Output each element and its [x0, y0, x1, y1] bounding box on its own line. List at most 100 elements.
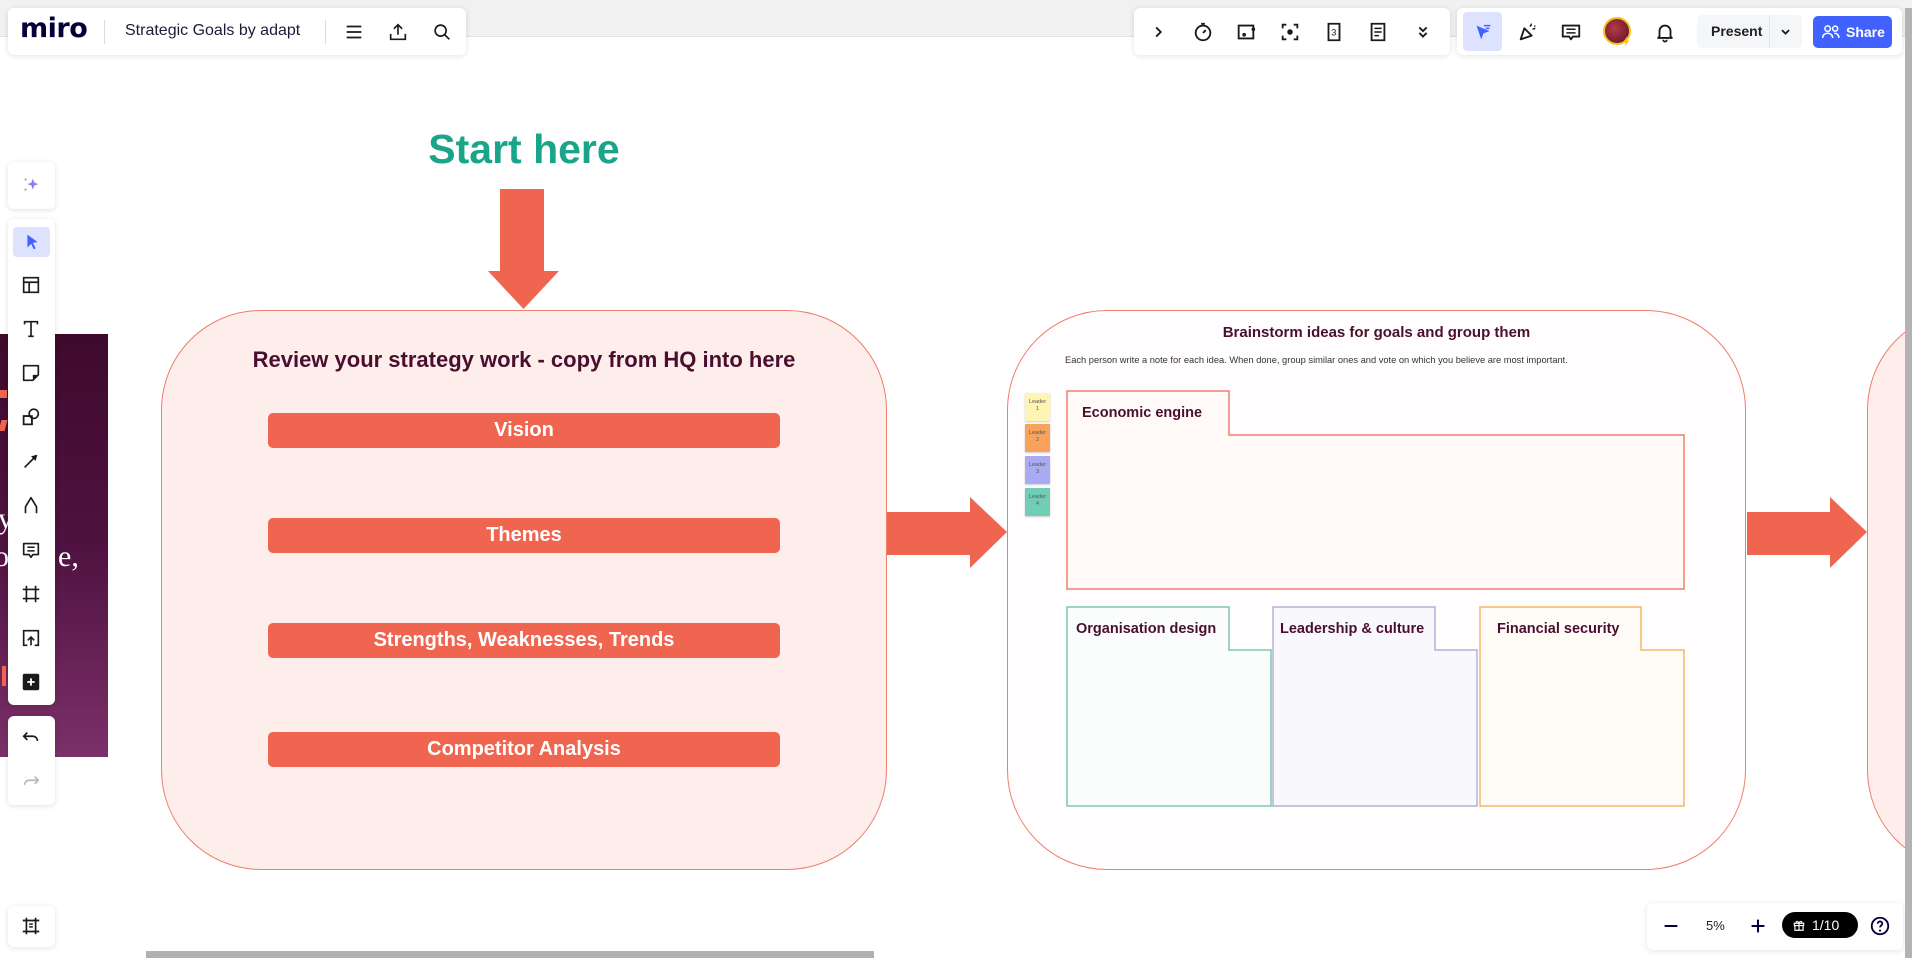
- gift-counter: 1/10: [1812, 917, 1840, 933]
- tool-connection-line[interactable]: [14, 444, 48, 478]
- leader-sticky-note[interactable]: Leader 1: [1025, 393, 1050, 421]
- minus-icon: [1664, 924, 1678, 928]
- leadership-culture-label: Leadership & culture: [1280, 621, 1425, 637]
- board-header-toolbar: miro Strategic Goals by adapt: [8, 8, 466, 55]
- zoom-controls: 5% 1/10: [1647, 903, 1903, 950]
- undo-button[interactable]: [14, 722, 48, 756]
- tool-frame[interactable]: [14, 577, 48, 611]
- divider: [325, 20, 326, 44]
- cursor-arrow-icon: [26, 234, 37, 250]
- present-button[interactable]: Present: [1711, 23, 1762, 39]
- menu-icon: [346, 25, 362, 39]
- down-arrow[interactable]: [488, 189, 559, 309]
- leader-sticky-note[interactable]: Leader 4: [1025, 488, 1050, 516]
- card-button[interactable]: [1229, 15, 1263, 49]
- focus-button[interactable]: [1273, 15, 1307, 49]
- sticky-label: Leader: [1028, 430, 1047, 436]
- double-chevron-down-icon: [1418, 26, 1428, 38]
- tool-comment[interactable]: [14, 533, 48, 567]
- sticky-number: 1: [1035, 406, 1040, 412]
- frames-list-button[interactable]: [14, 909, 48, 943]
- tool-select[interactable]: [13, 227, 50, 257]
- history-toolbar: [8, 716, 55, 805]
- timer-icon: [1194, 22, 1212, 42]
- ai-panel: [8, 162, 55, 209]
- tool-upload[interactable]: [14, 621, 48, 655]
- templates-icon: [22, 276, 40, 294]
- cursor-icon: [1476, 24, 1490, 39]
- upload-icon: [22, 629, 40, 647]
- gift-progress-button[interactable]: 1/10: [1782, 912, 1858, 938]
- share-button[interactable]: Share: [1813, 16, 1892, 48]
- brainstorm-title: Brainstorm ideas for goals and group the…: [1222, 324, 1531, 341]
- help-icon: [1870, 916, 1890, 936]
- tool-sticky-note[interactable]: [14, 356, 48, 390]
- leader-sticky-note[interactable]: Leader 2: [1025, 424, 1050, 452]
- svg-text:3: 3: [1331, 28, 1336, 38]
- arrow-line-icon: [23, 454, 38, 469]
- organisation-design-label: Organisation design: [1076, 621, 1217, 637]
- board-title[interactable]: Strategic Goals by adapt: [125, 22, 300, 40]
- comment-icon: [22, 542, 40, 559]
- present-button-group: Present: [1697, 15, 1802, 48]
- right-arrow[interactable]: [887, 497, 1007, 568]
- zoom-in-button[interactable]: [1741, 909, 1775, 943]
- frame-icon: [22, 585, 40, 603]
- card-icon: [1237, 24, 1256, 40]
- counter-card-icon: 3: [1327, 22, 1341, 42]
- horizontal-scrollbar[interactable]: [146, 951, 874, 958]
- right-arrow[interactable]: [1747, 497, 1867, 568]
- vertical-scrollbar[interactable]: [1905, 8, 1912, 958]
- main-menu-button[interactable]: [337, 15, 371, 49]
- redo-button[interactable]: [14, 766, 48, 800]
- present-options-chevron-icon[interactable]: [1777, 23, 1794, 40]
- sticky-label: Leader: [1028, 399, 1047, 405]
- reactions-button[interactable]: [1511, 15, 1545, 49]
- sticky-note-icon: [22, 364, 40, 382]
- export-button[interactable]: [381, 15, 415, 49]
- help-button[interactable]: [1863, 909, 1897, 943]
- divider: [1769, 15, 1770, 48]
- tool-templates[interactable]: [14, 268, 48, 302]
- lightning-badge-icon: [1622, 36, 1630, 47]
- collaboration-toolbar: 3: [1134, 8, 1450, 55]
- zoom-out-button[interactable]: [1654, 909, 1688, 943]
- counter-card-button[interactable]: 3: [1317, 15, 1351, 49]
- notifications-button[interactable]: [1648, 15, 1682, 49]
- pen-icon: [24, 496, 38, 514]
- plus-icon: [1751, 919, 1765, 933]
- leader-sticky-note[interactable]: Leader 3: [1025, 456, 1050, 484]
- timer-button[interactable]: [1186, 15, 1220, 49]
- notes-button[interactable]: [1361, 15, 1395, 49]
- notes-icon: [1370, 22, 1386, 42]
- chevron-right-icon: [1155, 26, 1163, 38]
- users-icon: [1821, 25, 1840, 38]
- sticky-number: 4: [1035, 501, 1040, 507]
- cursor-visibility-button[interactable]: [1463, 12, 1502, 51]
- plus-square-icon: [22, 673, 40, 691]
- search-button[interactable]: [425, 15, 459, 49]
- gift-icon: [1793, 920, 1805, 931]
- miro-logo[interactable]: miro: [20, 13, 88, 44]
- zoom-level[interactable]: 5%: [1706, 918, 1725, 933]
- financial-security-label: Financial security: [1497, 621, 1620, 637]
- text-icon: [23, 320, 39, 338]
- shapes-icon: [22, 408, 40, 426]
- more-tools-button[interactable]: [1406, 15, 1440, 49]
- ai-assist-button[interactable]: [14, 168, 48, 202]
- sticky-label: Leader: [1028, 494, 1047, 500]
- sticky-number: 3: [1035, 469, 1040, 475]
- tool-text[interactable]: [14, 312, 48, 346]
- sparkle-icon: [23, 177, 39, 192]
- comment-list-icon: [1561, 24, 1581, 41]
- search-icon: [434, 24, 450, 40]
- economic-engine-label: Economic engine: [1082, 405, 1203, 421]
- undo-icon: [22, 731, 39, 741]
- expand-toolbar-button[interactable]: [1141, 15, 1175, 49]
- tool-more-apps[interactable]: [14, 665, 48, 699]
- tool-pen[interactable]: [14, 488, 48, 522]
- user-avatar[interactable]: [1603, 17, 1631, 47]
- tool-shapes[interactable]: [14, 400, 48, 434]
- divider: [104, 20, 105, 44]
- comments-button[interactable]: [1554, 15, 1588, 49]
